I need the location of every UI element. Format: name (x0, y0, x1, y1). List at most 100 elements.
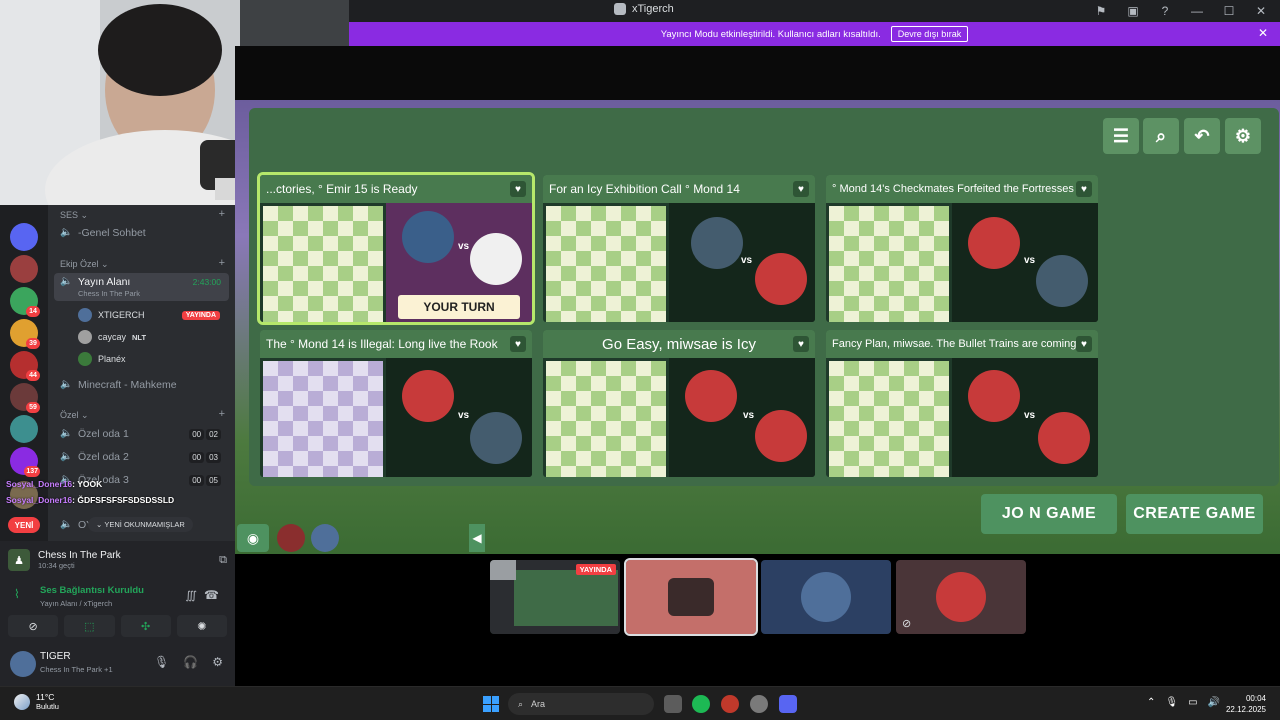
heart-icon[interactable]: ♥ (510, 336, 526, 352)
participant-tile[interactable] (761, 560, 891, 634)
collapse-arrow-icon[interactable]: ◀ (469, 524, 485, 552)
game-card[interactable]: Go Easy, miwsae is Icy ♥ vs (543, 330, 815, 477)
join-game-button[interactable]: JO N GAME (981, 494, 1117, 534)
participant-tile[interactable]: ⊘ (896, 560, 1026, 634)
game-card[interactable]: ...ctories, ° Emir 15 is Ready ♥ vs YOUR… (257, 172, 535, 325)
camera-off-icon[interactable]: ⊘ (8, 615, 59, 637)
settings-icon[interactable]: ⚙ (1225, 118, 1261, 154)
headphones-icon[interactable]: 🎧 (183, 655, 198, 669)
heart-icon[interactable]: ♥ (510, 181, 526, 197)
create-game-button[interactable]: CREATE GAME (1126, 494, 1263, 534)
chevron-up-icon[interactable]: ⌃ (1147, 697, 1155, 708)
search-icon[interactable]: ⌕ (1143, 118, 1179, 154)
undo-icon[interactable]: ↶ (1184, 118, 1220, 154)
game-card[interactable]: For an Icy Exhibition Call ° Mond 14 ♥ v… (543, 175, 815, 322)
taskbar-search[interactable]: ⌕ Ara (508, 693, 654, 715)
heart-icon[interactable]: ♥ (1076, 181, 1092, 197)
add-channel-icon[interactable]: + (219, 257, 225, 269)
user-name[interactable]: TIGER (40, 651, 71, 662)
inbox-flag-icon[interactable]: ⚑ (1092, 2, 1110, 20)
network-icon[interactable]: ▭ (1188, 697, 1197, 708)
microphone-icon[interactable]: 🎙 (1165, 697, 1178, 708)
voice-user[interactable]: XTIGERCH YAYINDA (78, 305, 228, 325)
voice-user[interactable]: Planéx (78, 349, 228, 369)
game-card[interactable]: Fancy Plan, miwsae. The Bullet Trains ar… (826, 330, 1098, 477)
new-pill[interactable]: YENİ (8, 517, 40, 533)
participant-tile[interactable] (624, 558, 758, 636)
screen-share-icon[interactable]: ⬚ (64, 615, 115, 637)
voice-user[interactable]: caycay NLT (78, 327, 228, 347)
your-turn-button[interactable]: YOUR TURN (398, 295, 520, 319)
server-icon[interactable]: 14 (10, 287, 40, 317)
banner-close-icon[interactable]: ✕ (1258, 26, 1268, 40)
activities-icon[interactable]: ✣ (120, 615, 171, 637)
disable-streamer-mode-button[interactable]: Devre dışı bırak (890, 26, 969, 42)
opera-icon[interactable] (721, 695, 739, 713)
server-icon[interactable]: 39 (10, 319, 40, 349)
category-ekip-ozel[interactable]: Ekip Özel ⌄ (60, 259, 109, 270)
server-icon[interactable] (10, 255, 38, 283)
add-channel-icon[interactable]: + (219, 408, 225, 420)
windows-start-icon[interactable] (483, 696, 499, 712)
server-icon[interactable]: 59 (10, 383, 40, 413)
chess-board (829, 361, 949, 477)
weather-condition: Bulutlu (36, 702, 59, 711)
channel-yayin-alani[interactable]: 🔈 Yayın Alanı 2:43:00 Chess In The Park (54, 273, 229, 301)
stream-view[interactable]: ☰ ⌕ ↶ ⚙ ...ctories, ° Emir 15 is Ready ♥… (235, 46, 1280, 554)
avatar[interactable] (10, 651, 36, 677)
discord-icon[interactable] (779, 695, 797, 713)
settings-gear-icon[interactable]: ⚙ (212, 655, 223, 669)
voice-channel[interactable]: Yayın Alanı / xTigerch (40, 599, 112, 608)
heart-icon[interactable]: ♥ (793, 181, 809, 197)
spectator-avatar[interactable] (311, 524, 339, 552)
clock[interactable]: 00:04 22.12.2025 (1226, 693, 1266, 715)
players-area: vs (952, 358, 1098, 477)
close-window-icon[interactable]: ✕ (1252, 2, 1270, 20)
help-icon[interactable]: ? (1156, 2, 1174, 20)
steam-icon[interactable] (750, 695, 768, 713)
microphone-icon[interactable]: 🎙 (154, 655, 169, 669)
soundboard-icon[interactable]: ✺ (176, 615, 227, 637)
channel-ozel-oda-2[interactable]: 🔈 Özel oda 2 00 03 (54, 447, 229, 467)
vs-label: vs (1024, 410, 1036, 421)
server-icon[interactable]: 44 (10, 351, 40, 381)
eye-icon[interactable]: ◉ (237, 524, 269, 552)
spectator-avatar[interactable] (277, 524, 305, 552)
channel-minecraft[interactable]: 🔈 Minecraft - Mahkeme (54, 375, 229, 395)
heart-icon[interactable]: ♥ (793, 336, 809, 352)
minimize-icon[interactable]: — (1188, 2, 1206, 20)
user-limit: 00 03 (189, 451, 221, 463)
category-ses[interactable]: SES ⌄ (60, 210, 88, 221)
app-icon (614, 3, 626, 15)
task-view-icon[interactable] (664, 695, 682, 713)
vs-label: vs (458, 241, 470, 252)
server-icon[interactable]: 137 (10, 447, 40, 477)
category-label: SES (60, 210, 79, 220)
spotify-icon[interactable] (692, 695, 710, 713)
new-unread-button[interactable]: ⌄ YENİ OKUNMAMIŞLAR (88, 517, 193, 532)
user-limit-count: 03 (206, 451, 221, 463)
maximize-icon[interactable]: ☐ (1220, 2, 1238, 20)
server-icon[interactable] (10, 415, 38, 443)
game-card[interactable]: The ° Mond 14 is Illegal: Long live the … (260, 330, 532, 477)
channel-genel-sohbet[interactable]: 🔈 -Genel Sohbet (54, 223, 229, 243)
stream-thumbnail[interactable]: YAYINDA (490, 560, 620, 634)
inbox-icon[interactable]: ▣ (1124, 2, 1142, 20)
heart-icon[interactable]: ♥ (1076, 336, 1092, 352)
voice-status[interactable]: Ses Bağlantısı Kuruldu (40, 585, 144, 596)
add-channel-icon[interactable]: + (219, 208, 225, 220)
category-ozel[interactable]: Özel ⌄ (60, 410, 89, 421)
disconnect-icon[interactable]: ☎ (204, 588, 219, 602)
game-card[interactable]: ° Mond 14's Checkmates Forfeited the For… (826, 175, 1098, 322)
channel-ozel-oda-1[interactable]: 🔈 Özel oda 1 00 02 (54, 424, 229, 444)
weather-widget[interactable]: 11°C Bulutlu (14, 692, 59, 711)
unread-badge: 44 (26, 370, 40, 381)
volume-icon[interactable]: 🔊 (1208, 697, 1220, 708)
noise-suppression-icon[interactable]: ∭ (185, 589, 197, 602)
voice-user-name: caycay (98, 332, 127, 342)
server-icon[interactable] (10, 223, 38, 251)
activity-popout-icon[interactable]: ⧉ (219, 554, 227, 567)
activity-row[interactable]: ♟ Chess In The Park 10:34 geçti ⧉ (8, 545, 227, 575)
chess-board (546, 361, 666, 477)
filter-icon[interactable]: ☰ (1103, 118, 1139, 154)
